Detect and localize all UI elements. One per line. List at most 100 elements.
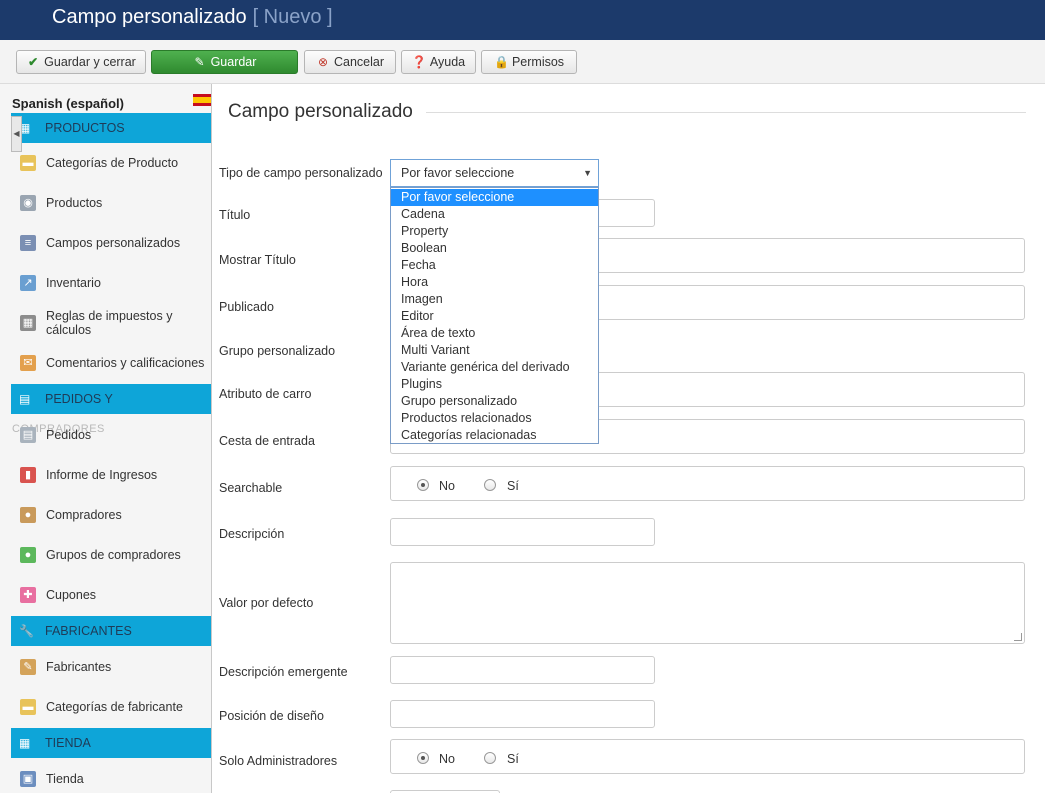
calculator-icon: ▦ <box>20 315 36 331</box>
default-value-textarea[interactable] <box>390 562 1025 644</box>
form-icon: ≡ <box>20 235 36 251</box>
dropdown-option[interactable]: Cadena <box>391 206 598 223</box>
wrench-section-icon: 🔧 <box>19 624 34 638</box>
field-type-select[interactable]: Por favor seleccione ▼ <box>390 159 599 187</box>
sidebar-item-label: Informe de Ingresos <box>46 468 158 482</box>
orders-section-icon: ▤ <box>19 392 31 406</box>
page-title-main: Campo personalizado <box>52 6 247 28</box>
sidebar-item-grupos-compradores[interactable]: ● Grupos de compradores <box>20 535 210 575</box>
tooltip-label: Descripción emergente <box>219 665 348 679</box>
sidebar-item-categorias-producto[interactable]: ▬ Categorías de Producto <box>20 143 210 183</box>
bar-chart-icon: ▮ <box>20 467 36 483</box>
dropdown-option[interactable]: Fecha <box>391 257 598 274</box>
sidebar-section-fabricantes[interactable]: 🔧 FABRICANTES <box>11 616 211 646</box>
dropdown-option[interactable]: Multi Variant <box>391 342 598 359</box>
legend-divider <box>426 112 1026 113</box>
admin-only-label: Solo Administradores <box>219 754 338 768</box>
cancel-icon: ⊗ <box>317 55 329 69</box>
description-input[interactable] <box>390 518 655 546</box>
dropdown-option[interactable]: Property <box>391 223 598 240</box>
searchable-yes-radio[interactable] <box>484 479 496 491</box>
sidebar-item-productos[interactable]: ◉ Productos <box>20 183 210 223</box>
admin-only-yes-label: Sí <box>507 752 519 766</box>
question-icon: ❓ <box>411 55 427 69</box>
orders-icon: ▤ <box>20 427 36 443</box>
wrench-icon: ✎ <box>20 659 36 675</box>
sidebar-item-informe-ingresos[interactable]: ▮ Informe de Ingresos <box>20 455 210 495</box>
sidebar-item-campos-personalizados[interactable]: ≡ Campos personalizados <box>20 223 210 263</box>
sidebar-item-label: Grupos de compradores <box>46 548 181 562</box>
field-type-dropdown: Por favor seleccione Cadena Property Boo… <box>390 187 599 444</box>
dropdown-option[interactable]: Categorías relacionadas <box>391 427 598 444</box>
sidebar-item-cupones[interactable]: ✚ Cupones <box>20 575 210 615</box>
sidebar-item-label: Comentarios y calificaciones <box>46 356 205 370</box>
sidebar-item-fabricantes[interactable]: ✎ Fabricantes <box>20 647 210 687</box>
sidebar-item-comentarios[interactable]: ✉ Comentarios y calificaciones <box>20 343 210 383</box>
tooltip-input[interactable] <box>390 656 655 684</box>
admin-only-no-label: No <box>439 752 455 766</box>
sidebar-item-label: Reglas de impuestos y cálculos <box>46 309 173 337</box>
edit-icon: ✎ <box>194 55 205 69</box>
help-button[interactable]: ❓ Ayuda <box>401 50 476 74</box>
language-label: Spanish (español) <box>12 96 124 111</box>
sidebar-section-label: PEDIDOS Y <box>45 392 113 406</box>
admin-only-no-radio[interactable] <box>417 752 429 764</box>
cart-attribute-label: Atributo de carro <box>219 387 312 401</box>
save-label: Guardar <box>210 55 257 69</box>
users-icon: ● <box>20 507 36 523</box>
save-and-close-label: Guardar y cerrar <box>44 55 136 69</box>
sidebar-item-compradores[interactable]: ● Compradores <box>20 495 210 535</box>
sidebar-item-reglas-impuestos[interactable]: ▦ Reglas de impuestos y cálculos <box>20 303 210 343</box>
sidebar-item-label: Inventario <box>46 276 101 290</box>
sidebar-item-label: Productos <box>46 196 103 210</box>
show-title-label: Mostrar Título <box>219 253 296 267</box>
searchable-radio-group: No Sí <box>390 466 1025 501</box>
sidebar-item-categorias-fabricante[interactable]: ▬ Categorías de fabricante <box>20 687 210 727</box>
toolbar: ✔ Guardar y cerrar ✎ Guardar ⊗ Cancelar ❓ Ay… <box>0 40 1045 84</box>
sidebar-item-label: Cupones <box>46 588 97 602</box>
camera-icon: ◉ <box>20 195 36 211</box>
dropdown-option[interactable]: Área de texto <box>391 325 598 342</box>
dropdown-option[interactable]: Variante genérica del derivado <box>391 359 598 376</box>
title-label: Título <box>219 208 251 222</box>
permissions-label: Permisos <box>511 55 565 69</box>
sidebar-item-pedidos[interactable]: ▤ Pedidos <box>20 415 210 455</box>
sidebar-item-tienda[interactable]: ▣ Tienda <box>20 759 210 793</box>
dropdown-option[interactable]: Imagen <box>391 291 598 308</box>
folder-icon: ▬ <box>20 699 36 715</box>
sidebar-item-label: Categorías de Producto <box>46 156 179 170</box>
save-and-close-button[interactable]: ✔ Guardar y cerrar <box>16 50 146 74</box>
sidebar-section-tienda[interactable]: ▦ TIENDA <box>11 728 211 758</box>
description-label: Descripción <box>219 527 285 541</box>
type-label: Tipo de campo personalizado <box>219 166 383 180</box>
save-button[interactable]: ✎ Guardar <box>151 50 298 74</box>
searchable-no-radio[interactable] <box>417 479 429 491</box>
chart-icon: ↗ <box>20 275 36 291</box>
cancel-button[interactable]: ⊗ Cancelar <box>304 50 396 74</box>
sidebar-section-label: TIENDA <box>45 736 91 750</box>
dropdown-option[interactable]: Grupo personalizado <box>391 393 598 410</box>
sidebar-section-label: PRODUCTOS <box>45 121 125 135</box>
groups-icon: ● <box>20 547 36 563</box>
store-icon: ▣ <box>20 771 36 787</box>
dropdown-option[interactable]: Plugins <box>391 376 598 393</box>
resize-handle-icon[interactable] <box>1014 633 1022 641</box>
cart-input-label: Cesta de entrada <box>219 434 315 448</box>
dropdown-option[interactable]: Por favor seleccione <box>391 189 598 206</box>
dropdown-option[interactable]: Boolean <box>391 240 598 257</box>
cancel-label: Cancelar <box>333 55 385 69</box>
permissions-button[interactable]: 🔒 Permisos <box>481 50 577 74</box>
check-icon: ✔ <box>28 55 39 69</box>
folder-icon: ▬ <box>20 155 36 171</box>
dropdown-option[interactable]: Hora <box>391 274 598 291</box>
dropdown-option[interactable]: Editor <box>391 308 598 325</box>
admin-only-yes-radio[interactable] <box>484 752 496 764</box>
top-header: Campo personalizado[ Nuevo ] <box>0 0 1045 40</box>
sidebar-section-productos[interactable]: ▦ PRODUCTOS <box>11 113 211 143</box>
sidebar-section-pedidos[interactable]: ▤ PEDIDOS Y <box>11 384 211 414</box>
layout-position-input[interactable] <box>390 700 655 728</box>
dropdown-option[interactable]: Productos relacionados <box>391 410 598 427</box>
sidebar-item-label: Compradores <box>46 508 122 522</box>
sidebar-item-label: Campos personalizados <box>46 236 181 250</box>
sidebar-item-inventario[interactable]: ↗ Inventario <box>20 263 210 303</box>
